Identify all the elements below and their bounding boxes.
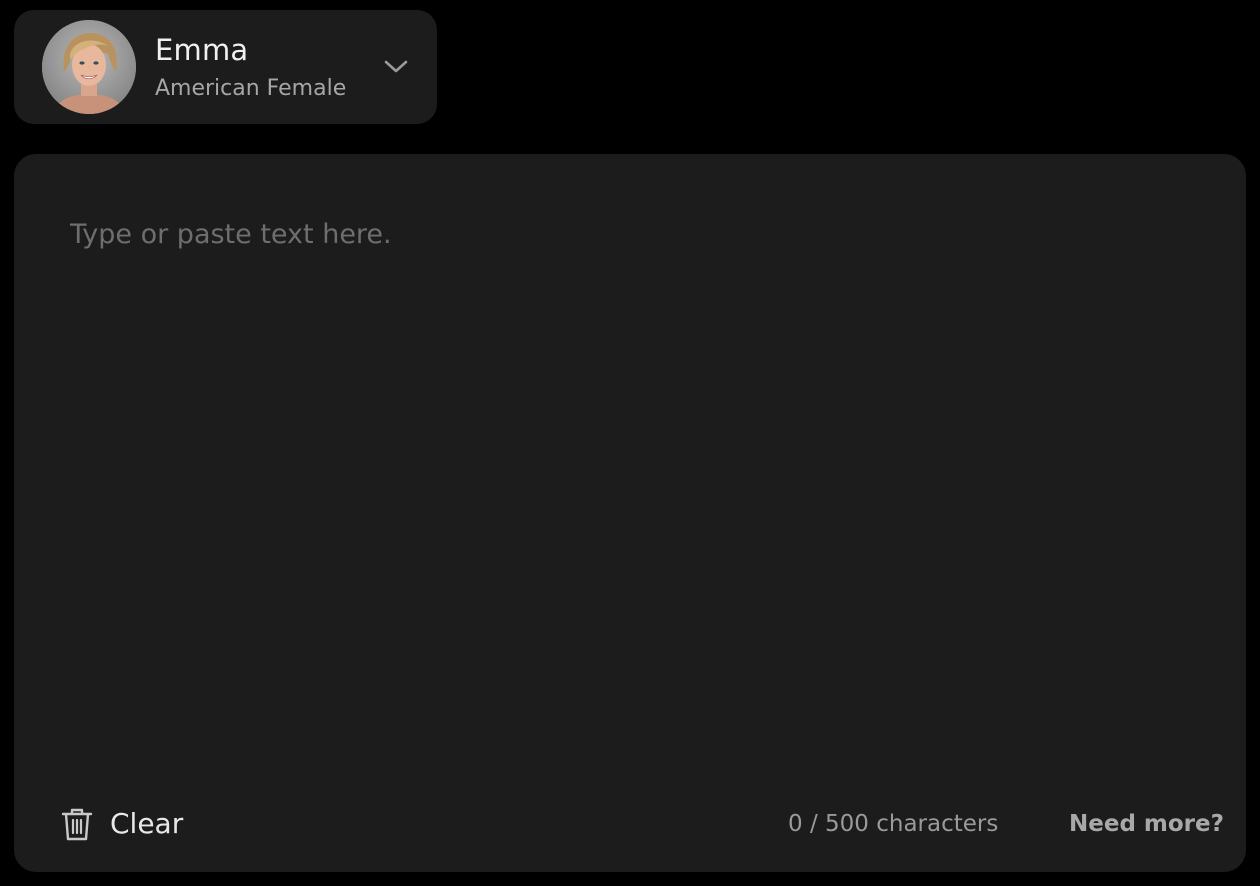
voice-description: American Female	[155, 76, 347, 101]
clear-label: Clear	[110, 807, 184, 840]
character-count: 0 / 500 characters	[788, 811, 999, 837]
chevron-down-icon[interactable]	[382, 56, 410, 76]
text-editor-panel: Clear 0 / 500 characters Need more?	[14, 154, 1246, 872]
voice-selector[interactable]: Emma American Female	[14, 10, 437, 124]
avatar-portrait-image	[42, 20, 136, 114]
need-more-link[interactable]: Need more?	[1069, 808, 1224, 840]
trash-icon	[61, 808, 93, 841]
voice-name: Emma	[155, 33, 249, 67]
clear-button[interactable]: Clear	[60, 802, 183, 846]
text-input[interactable]	[70, 216, 1186, 776]
avatar	[42, 20, 136, 114]
